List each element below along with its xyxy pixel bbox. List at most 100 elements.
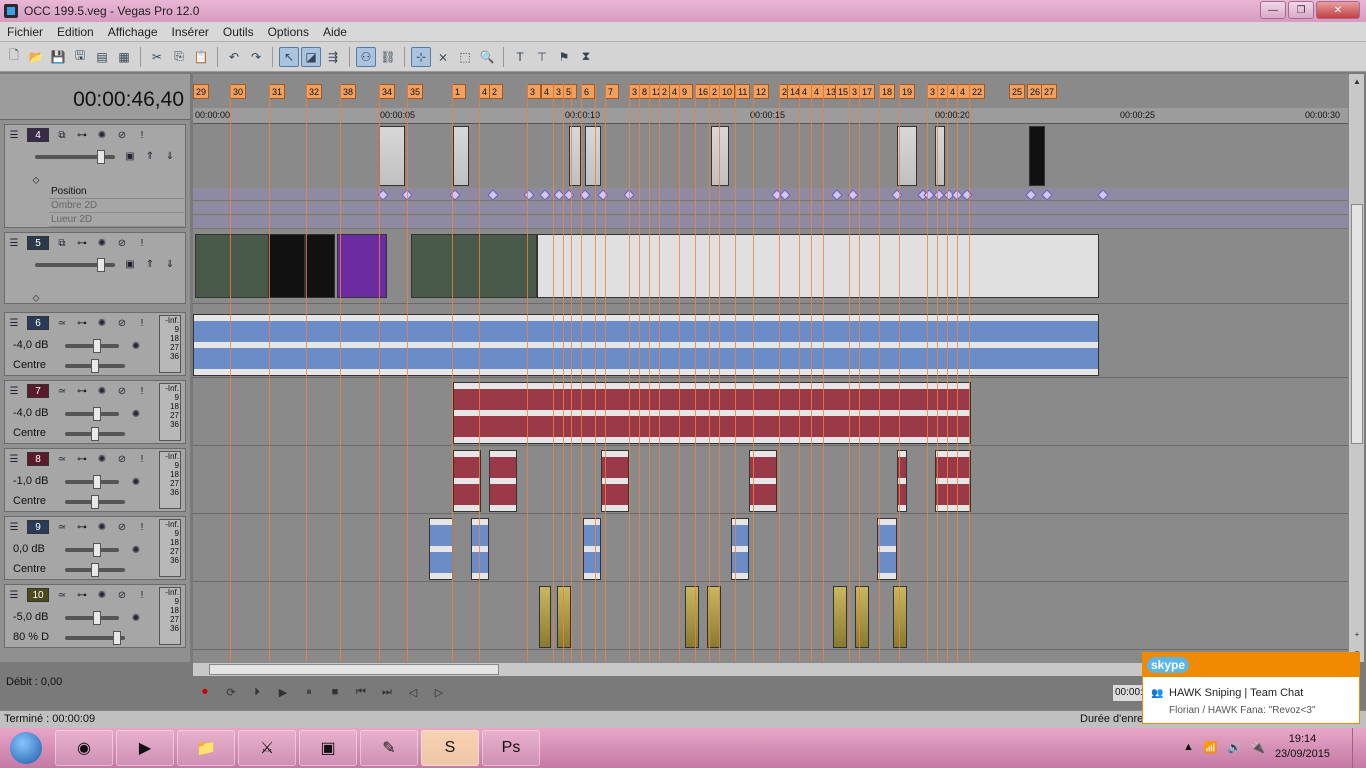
volume-slider-thumb[interactable] [93, 475, 101, 489]
restore-button[interactable]: ❐ [1288, 1, 1314, 19]
compositing-mode-icon[interactable]: ⧉ [55, 236, 69, 250]
audio-event[interactable] [685, 586, 699, 648]
ignore-grouping-icon[interactable]: ⛓ [378, 47, 398, 67]
fx-chain-icon[interactable]: ⊶ [75, 520, 89, 534]
loop-icon[interactable]: ⟳ [222, 683, 240, 701]
track-menu-icon[interactable]: ☰ [7, 384, 21, 398]
fx-chain-icon[interactable]: ⊶ [75, 452, 89, 466]
cut-icon[interactable]: ✂ [147, 47, 167, 67]
time-ruler[interactable]: 00:00:00 00:00:05 00:00:10 00:00:15 00:00:20… [193, 108, 1348, 124]
close-button[interactable]: ✕ [1316, 1, 1360, 19]
solo-icon[interactable]: ! [135, 384, 149, 398]
solo-icon[interactable]: ! [135, 588, 149, 602]
volume-slider[interactable] [65, 339, 119, 353]
timeline-marker[interactable]: 27 [1041, 84, 1058, 99]
parent-override-icon[interactable]: ▣ [123, 257, 137, 271]
opacity-slider-thumb[interactable] [97, 258, 105, 272]
pan-slider-thumb[interactable] [113, 631, 121, 645]
timeline-marker[interactable]: 7 [605, 84, 619, 99]
audio-event[interactable] [731, 518, 749, 580]
track-motion-icon[interactable]: ⊶ [75, 236, 89, 250]
track-fx-icon[interactable]: ✺ [95, 520, 109, 534]
menu-options[interactable]: Options [261, 25, 316, 39]
new-file-icon[interactable]: 🗋 [4, 47, 24, 67]
skype-taskbar-icon[interactable]: S [421, 730, 479, 766]
split-icon[interactable]: ⧗ [576, 47, 596, 67]
audio-event[interactable] [935, 450, 971, 512]
solo-icon[interactable]: ! [135, 128, 149, 142]
solo-icon[interactable]: ! [135, 236, 149, 250]
mute-icon[interactable]: ⊘ [115, 452, 129, 466]
timeline-marker[interactable]: 10 [719, 84, 736, 99]
keyframe-row[interactable]: Position [49, 185, 189, 199]
power-icon[interactable]: 🔌 [1251, 741, 1265, 754]
envelope-tool-icon[interactable]: ◪ [301, 46, 321, 67]
volume-slider[interactable] [65, 611, 119, 625]
previous-frame-icon[interactable]: ◁ [404, 683, 422, 701]
save-icon[interactable]: 💾 [48, 47, 68, 67]
track-menu-icon[interactable]: ☰ [7, 236, 21, 250]
start-button[interactable] [0, 729, 52, 767]
properties-icon[interactable]: ▦ [114, 47, 134, 67]
zoom-plus-icon[interactable]: + [1351, 629, 1363, 641]
compositing-mode-icon[interactable]: ⧉ [55, 128, 69, 142]
menu-aide[interactable]: Aide [316, 25, 354, 39]
paste-icon[interactable]: 📋 [191, 47, 211, 67]
volume-slider-thumb[interactable] [93, 611, 101, 625]
pan-slider[interactable] [65, 427, 125, 441]
timeline-marker[interactable]: 19 [899, 84, 916, 99]
track-menu-icon[interactable]: ☰ [7, 128, 21, 142]
automation-icon[interactable]: ≃ [55, 520, 69, 534]
pause-icon[interactable]: ⏸ [300, 683, 318, 701]
drawing-app-icon[interactable]: ✎ [360, 730, 418, 766]
open-folder-icon[interactable]: 📂 [26, 47, 46, 67]
keyframe-lane[interactable] [193, 202, 1348, 215]
timeline-marker[interactable]: 38 [340, 84, 357, 99]
track-header-5[interactable]: ☰ 5 ⧉ ⊶ ✺ ⊘! ▣ ⇑ ⇓ ⬦ [4, 232, 186, 304]
auto-ripple-icon[interactable]: ⇶ [323, 47, 343, 67]
track-fx-icon[interactable]: ✺ [95, 316, 109, 330]
minimize-button[interactable]: — [1260, 1, 1286, 19]
marker-bar[interactable]: 29 30 31 32 38 34 35 1 4 2 3 4 3 5 6 7 3 8 12 2 4 9 16 2 10 11 12 2… [193, 84, 1348, 102]
play-icon[interactable]: ▶ [274, 683, 292, 701]
input-fx-icon[interactable]: ✺ [129, 611, 143, 625]
enable-snapping-icon[interactable]: ⊹ [411, 46, 431, 67]
auto-crossfade-icon[interactable]: ⨯ [433, 47, 453, 67]
automation-icon[interactable]: ≃ [55, 316, 69, 330]
video-event[interactable] [453, 126, 469, 186]
clock[interactable]: 19:14 23/09/2015 [1275, 732, 1330, 762]
volume-slider-thumb[interactable] [93, 339, 101, 353]
copy-icon[interactable]: ⎘ [169, 47, 189, 67]
timeline-marker[interactable]: 9 [679, 84, 693, 99]
track-header-6[interactable]: ☰ 6 ≃ ⊶ ✺ ⊘! -4,0 dB ✺ Centre -Inf. 9 18 27 36 [4, 312, 186, 376]
make-compositing-parent-icon[interactable]: ⇓ [163, 257, 177, 271]
undo-icon[interactable]: ↶ [224, 47, 244, 67]
make-compositing-child-icon[interactable]: ⇑ [143, 149, 157, 163]
audio-event[interactable] [453, 382, 971, 444]
track-fx-icon[interactable]: ✺ [95, 452, 109, 466]
go-to-start-icon[interactable]: ⏮ [352, 683, 370, 701]
menu-inserer[interactable]: Insérer [165, 25, 216, 39]
audio-event[interactable] [489, 450, 517, 512]
file-explorer-icon[interactable]: 📁 [177, 730, 235, 766]
go-to-end-icon[interactable]: ⏭ [378, 683, 396, 701]
parent-override-icon[interactable]: ▣ [123, 149, 137, 163]
media-generator-event[interactable] [537, 234, 1099, 298]
menu-affichage[interactable]: Affichage [101, 25, 165, 39]
volume-icon[interactable]: 🔊 [1228, 741, 1242, 754]
next-frame-icon[interactable]: ▷ [430, 683, 448, 701]
lock-envelopes-icon[interactable]: ⚇ [356, 46, 376, 67]
volume-slider[interactable] [65, 475, 119, 489]
audio-event[interactable] [471, 518, 489, 580]
pan-slider-thumb[interactable] [91, 495, 99, 509]
mute-icon[interactable]: ⊘ [115, 520, 129, 534]
track-header-7[interactable]: ☰ 7 ≃ ⊶ ✺ ⊘! -4,0 dB ✺ Centre -Inf. 9 18 27 36 [4, 380, 186, 444]
automation-icon[interactable]: ≃ [55, 452, 69, 466]
game-app-icon[interactable]: ⚔ [238, 730, 296, 766]
pan-slider[interactable] [65, 359, 125, 373]
save-as-icon[interactable]: 🖫 [70, 47, 90, 67]
timeline-marker[interactable]: 11 [735, 84, 751, 99]
volume-slider-thumb[interactable] [93, 407, 101, 421]
mute-icon[interactable]: ⊘ [115, 316, 129, 330]
track-header-10[interactable]: ☰ 10 ≃ ⊶ ✺ ⊘! -5,0 dB ✺ 80 % D -Inf. 9 18 27 36 [4, 584, 186, 648]
